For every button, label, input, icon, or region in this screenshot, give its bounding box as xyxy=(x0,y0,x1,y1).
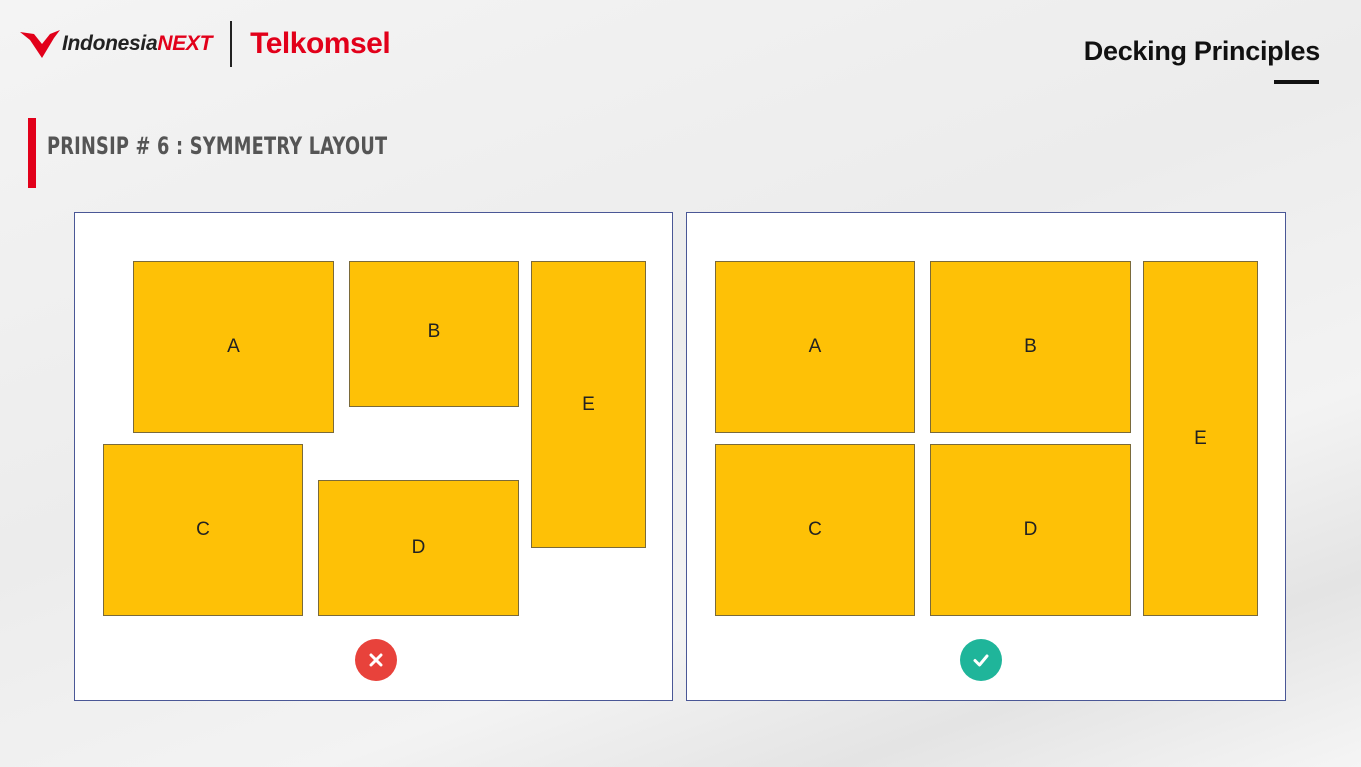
logo-indonesianext: IndonesiaNEXT xyxy=(62,32,213,55)
block-d: D xyxy=(318,480,519,616)
block-e: E xyxy=(1143,261,1258,616)
block-a: A xyxy=(715,261,915,433)
title-underline xyxy=(1274,80,1319,84)
indonesianext-logo-icon xyxy=(20,30,60,58)
block-e: E xyxy=(531,261,646,548)
block-d: D xyxy=(930,444,1131,616)
block-c: C xyxy=(103,444,303,616)
check-circle-icon xyxy=(960,639,1002,681)
asymmetric-layout-panel: A B E C D xyxy=(74,212,673,701)
logo-divider xyxy=(230,21,233,67)
section-heading: PRINSIP # 6 : SYMMETRY LAYOUT xyxy=(47,132,388,160)
page-title: Decking Principles xyxy=(1083,36,1321,66)
block-b: B xyxy=(349,261,519,407)
x-circle-icon xyxy=(355,639,397,681)
symmetric-layout-panel: A B E C D xyxy=(686,212,1286,701)
block-c: C xyxy=(715,444,915,616)
section-accent-bar xyxy=(28,118,36,188)
block-b: B xyxy=(930,261,1131,433)
block-a: A xyxy=(133,261,334,433)
header-logos: IndonesiaNEXT Telkomsel xyxy=(20,21,391,67)
logo-telkomsel: Telkomsel xyxy=(250,27,391,60)
